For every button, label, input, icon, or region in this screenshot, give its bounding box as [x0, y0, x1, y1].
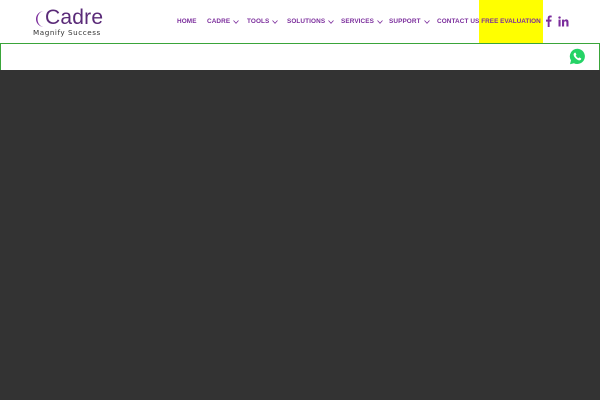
site-header: Cadre Magnify Success HOME CADRE TOOLS S…	[0, 0, 600, 43]
free-evaluation-label: FREE EVALUATION	[481, 18, 541, 25]
nav-item-cadre[interactable]: CADRE	[207, 0, 240, 43]
logo-wordmark: Cadre	[45, 6, 104, 29]
announcement-bar	[0, 43, 600, 71]
free-evaluation-button[interactable]: FREE EVALUATION	[479, 0, 543, 43]
nav-item-home[interactable]: HOME	[177, 0, 197, 43]
chevron-down-icon	[233, 19, 240, 24]
chevron-down-icon	[328, 19, 334, 24]
linkedin-link[interactable]	[557, 14, 569, 28]
facebook-icon	[546, 15, 552, 27]
nav-item-label: CADRE	[207, 18, 231, 25]
nav-item-label: SOLUTIONS	[287, 18, 326, 25]
nav-item-label: HOME	[177, 18, 197, 25]
nav-item-solutions[interactable]: SOLUTIONS	[287, 0, 334, 43]
logo[interactable]: Cadre Magnify Success	[33, 6, 108, 37]
nav-item-services[interactable]: SERVICES	[341, 0, 383, 43]
whatsapp-button[interactable]	[569, 48, 586, 65]
whatsapp-icon	[569, 48, 585, 65]
chevron-down-icon	[423, 19, 430, 24]
nav-item-support[interactable]: SUPPORT	[389, 0, 430, 43]
hero-area	[0, 70, 600, 400]
nav-item-label: CONTACT US	[437, 18, 480, 25]
linkedin-icon	[557, 15, 568, 26]
nav-item-label: TOOLS	[247, 18, 270, 25]
nav-item-label: SERVICES	[341, 18, 375, 25]
chevron-down-icon	[377, 19, 383, 24]
chevron-down-icon	[272, 19, 279, 24]
facebook-link[interactable]	[544, 14, 553, 28]
nav-item-tools[interactable]: TOOLS	[247, 0, 279, 43]
logo-tagline: Magnify Success	[33, 28, 101, 37]
nav-item-label: SUPPORT	[389, 18, 421, 25]
nav-item-contact-us[interactable]: CONTACT US	[437, 0, 479, 43]
